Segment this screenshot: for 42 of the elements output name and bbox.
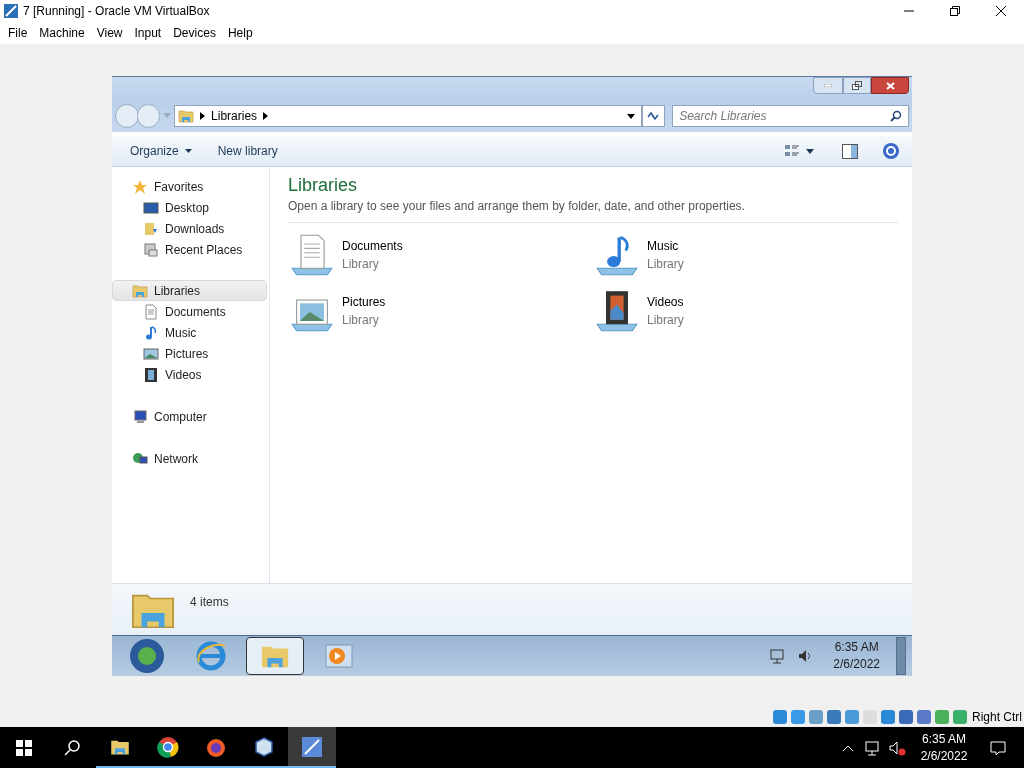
library-type: Library [342, 256, 380, 273]
clock[interactable]: 6:35 AM 2/6/2022 [916, 730, 972, 765]
library-name: Pictures [342, 294, 386, 311]
library-name: Music [647, 238, 680, 255]
nav-item[interactable]: Music [112, 322, 267, 343]
page-heading: Libraries [288, 174, 359, 196]
search-input[interactable]: Search Libraries [679, 107, 890, 125]
nav-item[interactable]: Downloads [112, 218, 267, 239]
menu-item[interactable]: Machine [33, 24, 91, 42]
item-count: 4 items [190, 594, 229, 611]
library-name: Videos [647, 294, 684, 311]
breadcrumb[interactable]: Libraries [211, 107, 258, 125]
description: Open a library to see your files and arrange them by folder, date, and other properties. [288, 198, 746, 215]
toolbar-button[interactable]: New library [207, 139, 288, 163]
nav-item[interactable]: Favorites [112, 176, 267, 197]
library-type: Library [647, 312, 684, 329]
menu-item[interactable]: Help [221, 24, 259, 42]
address-bar[interactable]: Libraries [174, 105, 642, 127]
menu-item[interactable]: View [90, 24, 129, 42]
search-field[interactable]: Search Libraries [672, 105, 909, 127]
library-item[interactable]: Videos Library [593, 287, 898, 335]
nav-item[interactable]: Network [112, 448, 267, 469]
library-item[interactable]: Documents Library [288, 231, 593, 279]
nav-item[interactable]: Recent Places [112, 239, 267, 260]
nav-item[interactable]: Videos [112, 364, 267, 385]
toolbar-button[interactable]: Organize [120, 139, 202, 163]
library-item[interactable]: Pictures Library [288, 287, 593, 335]
window-title: 7 [Running] - Oracle VM VirtualBox [23, 3, 210, 20]
menu-item[interactable]: Devices [167, 24, 222, 42]
library-item[interactable]: Music Library [593, 231, 898, 279]
nav-item[interactable]: Pictures [112, 343, 267, 364]
menu-item[interactable]: File [2, 24, 34, 42]
library-name: Documents [342, 238, 403, 255]
library-type: Library [647, 256, 684, 273]
guest-clock[interactable]: 6:35 AM 2/6/2022 [833, 639, 880, 673]
menu-item[interactable]: Input [128, 24, 168, 42]
nav-item[interactable]: Computer [112, 406, 267, 427]
nav-item[interactable]: Libraries [112, 280, 267, 301]
nav-item[interactable]: Desktop [112, 197, 267, 218]
host-key-label: Right Ctrl [972, 709, 1022, 726]
library-type: Library [342, 312, 380, 329]
nav-item[interactable]: Documents [112, 301, 267, 322]
